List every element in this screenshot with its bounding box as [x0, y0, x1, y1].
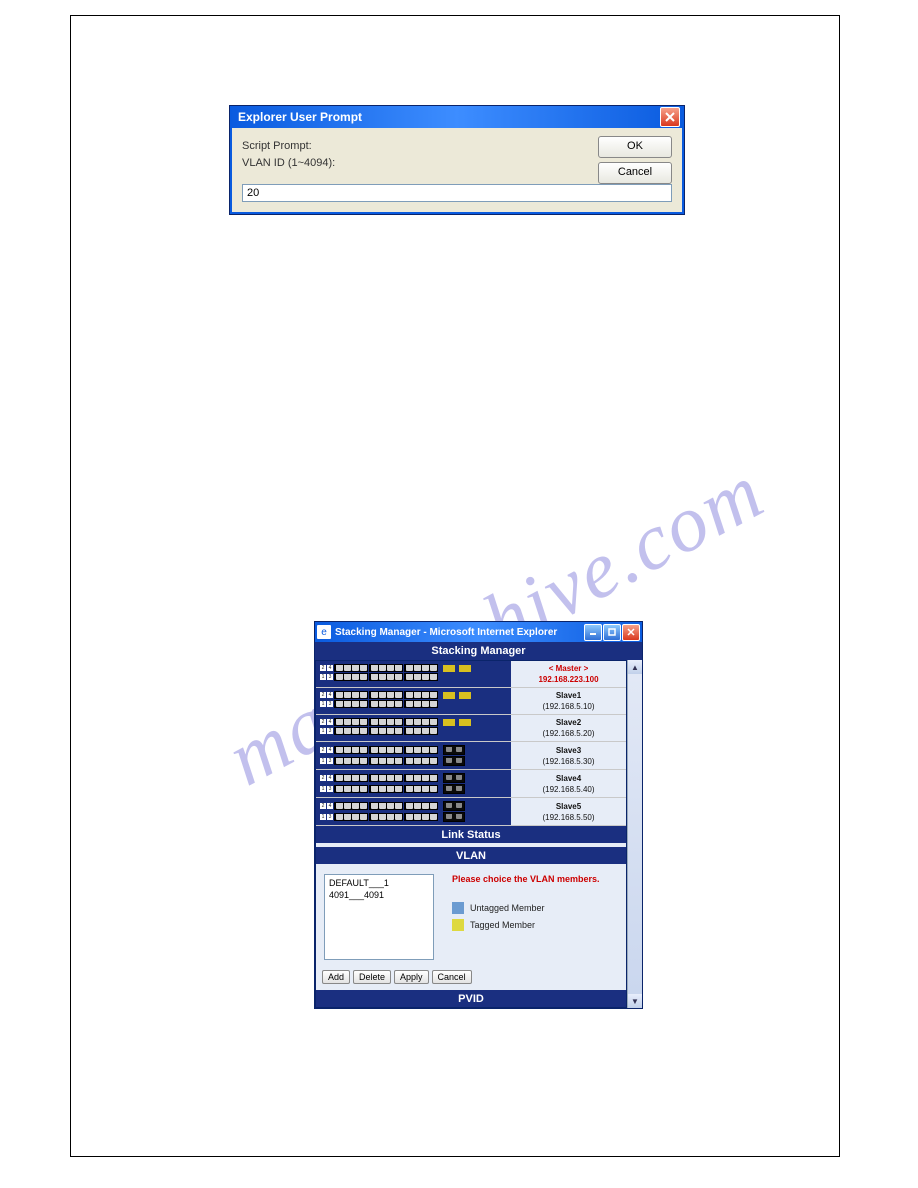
- untagged-color-icon: [452, 902, 464, 914]
- switch-label[interactable]: Slave2 (192.168.5.20): [511, 715, 626, 741]
- maximize-icon[interactable]: [603, 624, 621, 641]
- switch-graphic[interactable]: 2413: [316, 661, 511, 687]
- delete-button[interactable]: Delete: [353, 970, 391, 984]
- vlan-list-item[interactable]: DEFAULT___1: [329, 877, 429, 889]
- switch-row[interactable]: 2413 Slave4 (192.168.5.40): [316, 770, 626, 798]
- legend-tagged-label: Tagged Member: [470, 920, 535, 930]
- stacking-header: Stacking Manager: [315, 642, 642, 660]
- switch-label[interactable]: Slave3 (192.168.5.30): [511, 742, 626, 769]
- vlan-cancel-button[interactable]: Cancel: [432, 970, 472, 984]
- switch-row[interactable]: 2413 Slave1 (192.168.5.10): [316, 688, 626, 715]
- switch-graphic[interactable]: 2413: [316, 798, 511, 825]
- legend-tagged: Tagged Member: [452, 919, 618, 931]
- window-close-icon[interactable]: [622, 624, 640, 641]
- apply-button[interactable]: Apply: [394, 970, 429, 984]
- vlan-panel: DEFAULT___14091___4091 Please choice the…: [316, 864, 626, 968]
- prompt-title: Explorer User Prompt: [234, 110, 362, 124]
- tagged-color-icon: [452, 919, 464, 931]
- cancel-button[interactable]: Cancel: [598, 162, 672, 184]
- legend-untagged-label: Untagged Member: [470, 903, 545, 913]
- link-status-bar: Link Status: [316, 826, 626, 843]
- scroll-up-icon[interactable]: ▲: [628, 660, 642, 674]
- vlan-right: Please choice the VLAN members. Untagged…: [452, 874, 618, 960]
- switch-row[interactable]: 2413 Slave3 (192.168.5.30): [316, 742, 626, 770]
- switch-label[interactable]: Slave1 (192.168.5.10): [511, 688, 626, 714]
- stacking-window-title: Stacking Manager - Microsoft Internet Ex…: [335, 627, 557, 638]
- prompt-buttons: OK Cancel: [598, 136, 672, 184]
- window-buttons: [584, 624, 640, 641]
- prompt-input-wrap: [242, 184, 672, 202]
- prompt-titlebar[interactable]: Explorer User Prompt: [230, 106, 684, 128]
- switch-row[interactable]: 2413 Slave5 (192.168.5.50): [316, 798, 626, 826]
- switch-graphic[interactable]: 2413: [316, 715, 511, 741]
- stacking-titlebar[interactable]: e Stacking Manager - Microsoft Internet …: [315, 622, 642, 642]
- close-icon[interactable]: [660, 107, 680, 127]
- switch-label[interactable]: Slave5 (192.168.5.50): [511, 798, 626, 825]
- vlan-buttons: Add Delete Apply Cancel: [316, 968, 626, 990]
- scrollbar[interactable]: ▲ ▼: [627, 660, 642, 1008]
- vlan-list[interactable]: DEFAULT___14091___4091: [324, 874, 434, 960]
- switch-graphic[interactable]: 2413: [316, 688, 511, 714]
- prompt-body: Script Prompt: VLAN ID (1~4094): OK Canc…: [230, 128, 684, 214]
- minimize-icon[interactable]: [584, 624, 602, 641]
- explorer-prompt-dialog: Explorer User Prompt Script Prompt: VLAN…: [229, 105, 685, 215]
- add-button[interactable]: Add: [322, 970, 350, 984]
- ok-button[interactable]: OK: [598, 136, 672, 158]
- vlan-header-bar: VLAN: [316, 847, 626, 864]
- legend-untagged: Untagged Member: [452, 902, 618, 914]
- switch-graphic[interactable]: 2413: [316, 770, 511, 797]
- vlan-message: Please choice the VLAN members.: [452, 874, 618, 884]
- stacking-main: 2413 < Master > 192.168.223.100 2413 Sla…: [315, 660, 627, 1008]
- switch-row[interactable]: 2413 Slave2 (192.168.5.20): [316, 715, 626, 742]
- scroll-down-icon[interactable]: ▼: [628, 994, 642, 1008]
- ie-icon: e: [317, 625, 331, 639]
- stacking-manager-window: e Stacking Manager - Microsoft Internet …: [314, 621, 643, 1009]
- switch-label[interactable]: Slave4 (192.168.5.40): [511, 770, 626, 797]
- switch-label[interactable]: < Master > 192.168.223.100: [511, 661, 626, 687]
- vlan-id-input[interactable]: [242, 184, 672, 202]
- pvid-bar: PVID: [316, 990, 626, 1007]
- vlan-list-item[interactable]: 4091___4091: [329, 889, 429, 901]
- switch-row[interactable]: 2413 < Master > 192.168.223.100: [316, 661, 626, 688]
- switch-graphic[interactable]: 2413: [316, 742, 511, 769]
